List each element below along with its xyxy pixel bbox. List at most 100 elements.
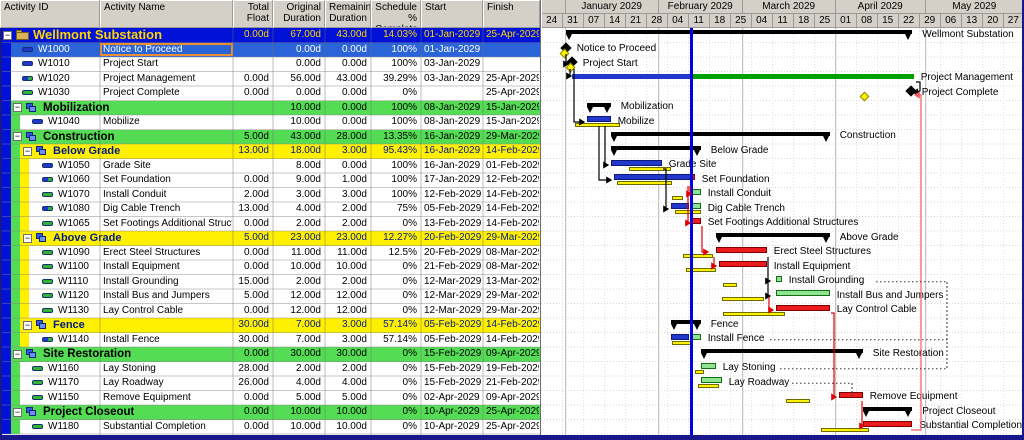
critical-remaining-bar[interactable] [862,420,913,427]
summary-bar-endcap [610,150,617,157]
baseline-milestone-icon [859,91,870,102]
gantt-bar-label: Install Grounding [788,275,865,287]
remaining-work-bar[interactable] [700,377,722,384]
actual-work-bar[interactable] [613,174,692,181]
data-date-line [689,28,693,435]
summary-bar-endcap [670,324,677,331]
timescale-week-cell[interactable]: 13 [961,14,983,28]
gantt-bar-label: Mobilization [620,101,674,113]
timescale-week-cell[interactable]: 28 [646,14,668,28]
column-header-id[interactable]: Activity ID [0,0,100,28]
summary-bar[interactable] [715,233,830,238]
timescale-week-cell[interactable]: 22 [898,14,920,28]
remaining-work-bar[interactable] [775,275,782,282]
summary-bar-endcap [855,353,862,360]
gantt-bar-label: Mobilize [617,115,655,127]
summary-bar-endcap [610,135,617,142]
actual-work-bar[interactable] [571,73,692,79]
gantt-bar-label: Fence [710,318,739,330]
timescale-week-cell[interactable]: 14 [604,14,626,28]
timescale-month-cell[interactable]: May 2029 [925,0,1024,14]
summary-bar-endcap [693,324,700,331]
baseline-bar [694,369,704,374]
remaining-work-bar[interactable] [775,290,830,297]
summary-bar-endcap [822,135,829,142]
summary-bar-endcap [603,106,610,113]
remaining-work-bar[interactable] [691,203,701,210]
summary-bar[interactable] [610,146,701,151]
timescale-week-cell[interactable]: 31 [562,14,584,28]
timescale-week-cell[interactable]: 21 [625,14,647,28]
baseline-bar [675,210,701,215]
window-frame-bottom [0,435,1024,440]
critical-remaining-bar[interactable] [718,261,767,268]
remaining-work-bar[interactable] [691,333,701,340]
p6-gantt-window: − Wellmont Substation 0.00d 67.00d 43.00d 14.… [0,0,1024,440]
column-header-od[interactable]: Original Duration [273,0,325,28]
column-header-finish[interactable]: Finish [483,0,540,28]
timescale-week-cell[interactable]: 11 [772,14,794,28]
timescale-month-cell[interactable]: April 2029 [835,0,926,14]
summary-bar-endcap [862,411,869,418]
timescale-week-cell[interactable]: 04 [751,14,773,28]
timescale-week-cell[interactable]: 27 [1003,14,1024,28]
baseline-bar [723,282,737,287]
column-header-name[interactable]: Activity Name [100,0,233,28]
critical-remaining-bar[interactable] [715,246,767,253]
gantt-bar-label: Set Foundation [701,173,770,185]
column-header-pct[interactable]: Schedule % Complete [371,0,421,28]
timescale-week-cell[interactable]: 25 [730,14,752,28]
remaining-work-bar[interactable] [691,188,701,195]
gantt-bar-label: Install Bus and Jumpers [836,289,944,301]
timescale-week-cell[interactable]: 18 [709,14,731,28]
critical-remaining-bar[interactable] [691,217,701,224]
gantt-bar-label: Dig Cable Trench [707,202,785,214]
column-header-rd[interactable]: Remaining Duration [325,0,371,28]
summary-bar-endcap [565,34,572,41]
column-header-start[interactable]: Start [421,0,483,28]
summary-bar-endcap [905,411,912,418]
gantt-bar-label: Install Conduit [707,188,772,200]
timescale-week-cell[interactable]: 11 [688,14,710,28]
summary-bar[interactable] [565,30,913,35]
summary-bar-endcap [693,150,700,157]
gantt-bar-label: Below Grade [710,144,769,156]
timescale-week-cell[interactable]: 18 [793,14,815,28]
timescale-month-cell[interactable]: January 2029 [565,0,659,14]
actual-work-bar[interactable] [670,203,689,210]
column-header-tf[interactable]: Total Float [233,0,273,28]
timescale-week-cell[interactable]: 06 [940,14,962,28]
timescale-week-cell[interactable]: 24 [541,14,563,28]
timescale-month-cell[interactable] [541,0,566,14]
summary-bar[interactable] [610,131,830,136]
timescale-week-cell[interactable]: 25 [814,14,836,28]
remaining-work-bar[interactable] [691,73,914,79]
timescale-week-cell[interactable]: 15 [877,14,899,28]
summary-bar[interactable] [700,349,863,354]
timescale-week-cell[interactable]: 01 [835,14,857,28]
summary-bar-endcap [700,353,707,360]
critical-remaining-bar[interactable] [838,391,863,398]
actual-work-bar[interactable] [670,333,689,340]
window-frame-left [0,28,2,440]
timescale-week-cell[interactable]: 07 [583,14,605,28]
timescale-week-cell[interactable]: 20 [982,14,1004,28]
actual-work-bar[interactable] [610,159,662,166]
timescale-month-cell[interactable]: March 2029 [742,0,836,14]
pane-splitter[interactable] [540,0,541,435]
actual-work-bar[interactable] [586,116,611,123]
gantt-bar-label: Project Complete [921,86,999,98]
gantt-bar-label: Project Start [582,57,638,69]
gantt-bar-label: Set Footings Additional Structures [707,217,859,229]
gantt-bar-label: Substantial Completion [919,420,1023,432]
gantt-bar-label: Project Closeout [922,405,996,417]
critical-remaining-bar[interactable] [775,304,830,311]
remaining-work-bar[interactable] [700,362,716,369]
timescale-month-cell[interactable]: February 2029 [658,0,743,14]
baseline-bar [616,181,673,186]
baseline-bar [786,398,811,403]
milestone-icon[interactable] [905,85,917,97]
timescale-week-cell[interactable]: 04 [667,14,689,28]
timescale-week-cell[interactable]: 08 [856,14,878,28]
timescale-week-cell[interactable]: 29 [919,14,941,28]
